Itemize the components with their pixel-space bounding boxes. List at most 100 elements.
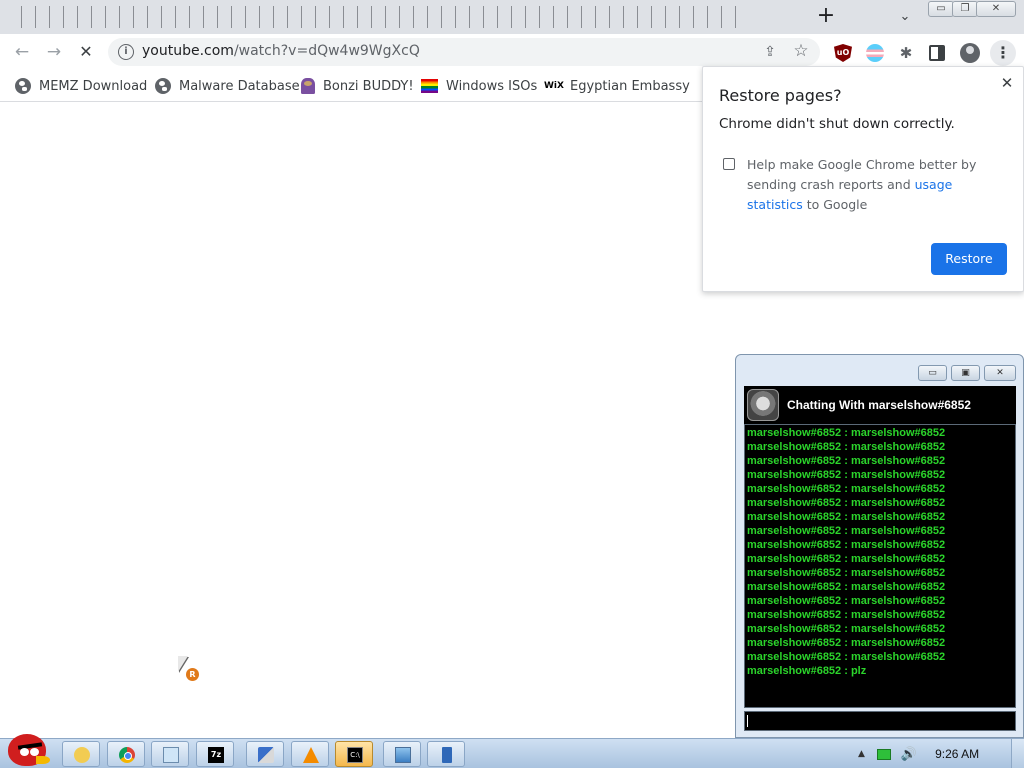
tab[interactable]: [470, 6, 484, 28]
tab[interactable]: [134, 6, 148, 28]
tab[interactable]: [190, 6, 204, 28]
chrome-menu-icon[interactable]: ⋮: [990, 40, 1016, 66]
restore-button[interactable]: Restore: [931, 243, 1007, 275]
tab[interactable]: [344, 6, 358, 28]
tab[interactable]: [442, 6, 456, 28]
tab[interactable]: [372, 6, 386, 28]
tab[interactable]: [176, 6, 190, 28]
tab[interactable]: [666, 6, 680, 28]
bookmark-malware-database[interactable]: Malware Database: [155, 76, 300, 96]
tab[interactable]: [78, 6, 92, 28]
site-info-icon[interactable]: i: [118, 44, 134, 60]
chat-input[interactable]: [744, 711, 1016, 731]
tab[interactable]: [680, 6, 694, 28]
window-maximize-button[interactable]: ❐: [952, 1, 978, 17]
tab[interactable]: [722, 6, 736, 28]
chat-minimize-button[interactable]: ▭: [918, 365, 947, 381]
tab[interactable]: [92, 6, 106, 28]
start-button[interactable]: [4, 730, 50, 768]
tab[interactable]: [400, 6, 414, 28]
forward-button[interactable]: →: [42, 40, 66, 64]
tab[interactable]: [582, 6, 596, 28]
taskbar-app-7zip[interactable]: 7z: [196, 741, 234, 767]
trans-flag-extension-icon[interactable]: [866, 44, 884, 62]
side-panel-icon[interactable]: [929, 45, 945, 61]
tab[interactable]: [540, 6, 554, 28]
tab[interactable]: [120, 6, 134, 28]
chat-close-button[interactable]: ✕: [984, 365, 1016, 381]
tab[interactable]: [610, 6, 624, 28]
chat-maximize-button[interactable]: ▣: [951, 365, 980, 381]
taskbar-app-chrome[interactable]: [107, 741, 145, 767]
extensions-puzzle-icon[interactable]: ✱: [897, 44, 915, 62]
bookmark-star-icon[interactable]: ☆: [791, 41, 811, 61]
tab[interactable]: [218, 6, 232, 28]
tab[interactable]: [260, 6, 274, 28]
show-hidden-icons-icon[interactable]: ▲: [858, 749, 865, 759]
bookmark-memz-download[interactable]: MEMZ Download: [15, 76, 147, 96]
tab[interactable]: [386, 6, 400, 28]
address-bar[interactable]: i youtube.com/watch?v=dQw4w9WgXcQ ⇪ ☆: [108, 38, 820, 66]
tab[interactable]: [148, 6, 162, 28]
tab[interactable]: [274, 6, 288, 28]
bookmark-windows-isos[interactable]: Windows ISOs: [421, 76, 537, 96]
tab[interactable]: [624, 6, 638, 28]
tab[interactable]: [512, 6, 526, 28]
window-minimize-button[interactable]: ▭: [928, 1, 954, 17]
tab[interactable]: [708, 6, 722, 28]
tab[interactable]: [568, 6, 582, 28]
stop-loading-button[interactable]: ✕: [74, 40, 98, 64]
profile-avatar-icon[interactable]: [960, 43, 980, 63]
tab[interactable]: [652, 6, 666, 28]
show-desktop-button[interactable]: [1011, 739, 1024, 768]
tab[interactable]: [456, 6, 470, 28]
tab[interactable]: [596, 6, 610, 28]
tab[interactable]: [498, 6, 512, 28]
bookmark-egyptian-embassy[interactable]: WiX Egyptian Embassy: [544, 76, 690, 96]
tab[interactable]: [50, 6, 64, 28]
bookmark-bonzi-buddy[interactable]: Bonzi BUDDY!: [301, 76, 414, 96]
tab[interactable]: [484, 6, 498, 28]
taskbar-app-notepad[interactable]: [151, 741, 189, 767]
tab[interactable]: [554, 6, 568, 28]
taskbar-app-photo-viewer[interactable]: [383, 741, 421, 767]
tab[interactable]: [694, 6, 708, 28]
clock[interactable]: 9:26 AM: [935, 747, 979, 761]
dialog-close-icon[interactable]: ✕: [999, 75, 1015, 91]
tab[interactable]: [638, 6, 652, 28]
tab[interactable]: [64, 6, 78, 28]
window-close-button[interactable]: ✕: [976, 1, 1016, 17]
taskbar-app-control-panel[interactable]: [246, 741, 284, 767]
tab[interactable]: [246, 6, 260, 28]
tab[interactable]: [316, 6, 330, 28]
tab-search-button[interactable]: ⌄: [894, 6, 916, 28]
tab[interactable]: [22, 6, 36, 28]
globe-icon: [155, 78, 171, 94]
tab[interactable]: [330, 6, 344, 28]
chat-message: marselshow#6852 : marselshow#6852: [747, 609, 946, 621]
taskbar-app-explorer[interactable]: [62, 741, 100, 767]
tab[interactable]: [288, 6, 302, 28]
volume-icon[interactable]: 🔊: [901, 747, 917, 762]
tab[interactable]: [526, 6, 540, 28]
tab[interactable]: [162, 6, 176, 28]
tab[interactable]: [8, 6, 22, 28]
tab[interactable]: [358, 6, 372, 28]
share-icon[interactable]: ⇪: [760, 42, 780, 62]
taskbar-app-cmd[interactable]: C:\: [335, 741, 373, 767]
tab[interactable]: [428, 6, 442, 28]
tab[interactable]: [414, 6, 428, 28]
taskbar-app-document[interactable]: [427, 741, 465, 767]
tab[interactable]: [36, 6, 50, 28]
tab[interactable]: [204, 6, 218, 28]
back-button[interactable]: ←: [10, 40, 34, 64]
new-tab-button[interactable]: +: [814, 5, 838, 29]
tab[interactable]: [106, 6, 120, 28]
taskbar-app-vlc[interactable]: [291, 741, 329, 767]
network-icon[interactable]: [876, 748, 891, 760]
url-text[interactable]: youtube.com/watch?v=dQw4w9WgXcQ: [142, 43, 420, 59]
tab[interactable]: [302, 6, 316, 28]
crash-report-checkbox[interactable]: [723, 158, 735, 170]
ublock-icon[interactable]: uO: [834, 44, 852, 62]
tab[interactable]: [232, 6, 246, 28]
